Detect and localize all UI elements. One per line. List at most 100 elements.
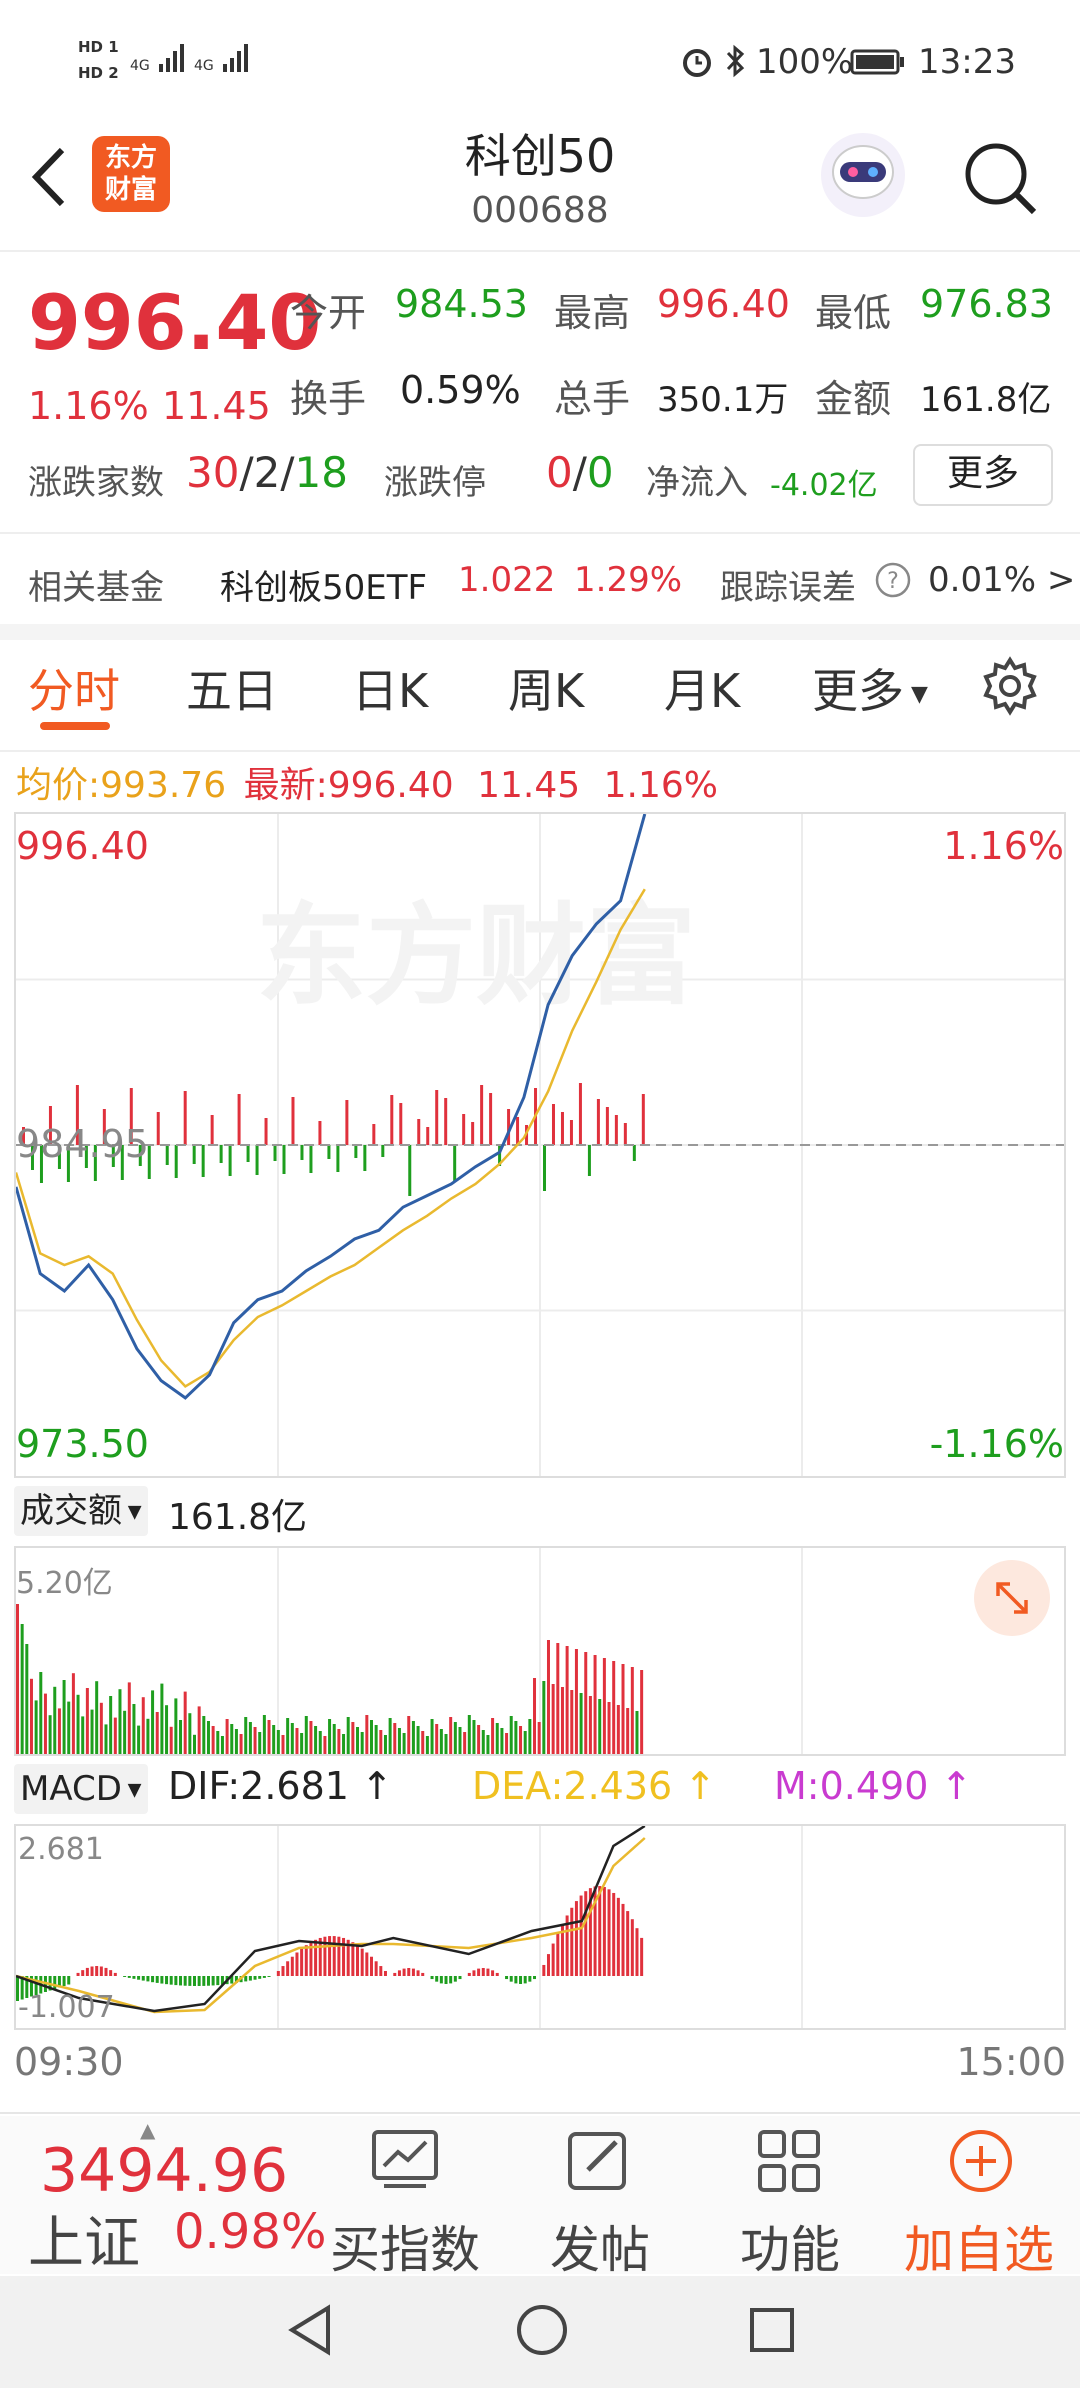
header: 东方 财富 科创50 000688 [0,120,1080,252]
settings-gear-icon[interactable] [978,654,1042,722]
tab-more[interactable]: 更多 ▼ [812,655,928,721]
volume-bar [20,1624,24,1754]
macd-indicator-selector[interactable]: MACD ▼ [14,1764,148,1814]
volume-bar [34,1700,38,1754]
open-value: 984.53 [395,282,528,326]
watermark: 东方财富 [256,892,696,1020]
sh-index-pct: 0.98% [174,2204,327,2260]
macd-min-label: -1.007 [18,1990,115,2025]
macd-bar [546,1954,550,1976]
macd-bar [369,1956,373,1976]
signal-icon: 4G 4G [130,40,253,74]
post-button[interactable]: 发帖 [520,2210,680,2282]
volume-bar [551,1684,555,1754]
battery-percent: 100% [756,42,854,82]
flow-tick [165,1145,169,1165]
stock-code: 000688 [471,190,609,231]
volume-bar [342,1734,346,1754]
intraday-chart[interactable]: 东方财富 996.40 1.16% 984.95 973.50 -1.16% [14,812,1066,1478]
flow-tick [291,1097,295,1145]
volume-bar [169,1726,173,1754]
volume-bar [407,1716,411,1754]
flow-tick [309,1145,313,1173]
flow-tick [605,1107,609,1145]
amount-label: 金额 [815,377,892,421]
grid-functions-icon[interactable] [756,2128,822,2198]
macd-bar [584,1891,588,1976]
macd-bar [458,1976,462,1980]
tab-weekly-k[interactable]: 周K [508,655,584,721]
volume-bar [509,1716,513,1754]
help-icon[interactable]: ? [874,561,912,603]
volume-bar [267,1720,271,1754]
macd-bar [155,1976,159,1983]
more-button[interactable]: 更多 [913,444,1053,506]
volume-bar [519,1726,523,1754]
volume-bar [281,1735,285,1754]
search-icon[interactable] [960,138,1040,222]
macd-bar [393,1972,397,1976]
macd-bar [123,1976,127,1977]
nav-back-icon[interactable] [282,2300,342,2364]
flow-tick [399,1103,403,1145]
macd-max-label: 2.681 [18,1832,104,1867]
volume-bar [416,1726,420,1754]
macd-bar [574,1901,578,1976]
volume-bar [621,1664,625,1754]
volume-bar [206,1721,210,1754]
flow-tick [632,1145,636,1161]
macd-chart[interactable]: 2.681 -1.007 [14,1824,1066,2030]
macd-bar [621,1903,625,1976]
volume-bar [430,1719,434,1754]
functions-button[interactable]: 功能 [710,2210,870,2282]
nav-home-icon[interactable] [512,2300,572,2364]
breadth-values: 30/2/18 [186,448,348,497]
tracking-value[interactable]: 0.01% > [928,560,1075,600]
macd-bar [216,1976,220,1986]
sh-index-value[interactable]: 3494.96 [40,2136,288,2206]
edit-post-icon[interactable] [564,2128,634,2196]
volume-bar [472,1720,476,1754]
volume-bar [53,1686,57,1754]
tab-five-day[interactable]: 五日 [186,655,278,721]
tab-daily-k[interactable]: 日K [352,655,428,721]
expand-icon[interactable] [974,1560,1050,1636]
macd-bar [481,1968,485,1976]
volume-bar [43,1693,47,1754]
robot-assistant-icon[interactable] [818,130,908,224]
add-watchlist-button[interactable]: 加自选 [884,2210,1074,2282]
nav-recents-icon[interactable] [742,2300,802,2364]
macd-bar [295,1952,299,1976]
macd-bar [486,1968,490,1976]
sh-index-name[interactable]: 上证 [28,2198,140,2279]
volume-bar [113,1717,117,1754]
volume-bar [514,1721,518,1754]
volume-bar [104,1724,108,1754]
volume-bar [286,1718,290,1754]
volume-bar [67,1701,71,1754]
chart-trend-icon[interactable] [370,2128,440,2196]
limit-values: 0/0 [546,448,614,497]
volume-bar [546,1640,550,1754]
macd-bar [169,1976,173,1985]
buy-index-button[interactable]: 买指数 [310,2210,500,2282]
macd-bar [206,1976,210,1986]
turnover-label: 换手 [290,377,367,421]
macd-bar [146,1976,150,1982]
tab-intraday[interactable]: 分时 [28,655,120,721]
macd-bar [551,1943,555,1976]
macd-bar [435,1976,439,1982]
fund-price: 1.022 [458,560,556,600]
y-min-label: 973.50 [16,1422,149,1466]
add-circle-icon[interactable] [948,2128,1014,2198]
tab-monthly-k[interactable]: 月K [664,655,740,721]
volume-bar [374,1725,378,1754]
volume-bar [57,1708,61,1754]
volume-chart[interactable]: 5.20亿 [14,1546,1066,1756]
volume-indicator-selector[interactable]: 成交额 ▼ [14,1486,148,1536]
flow-tick [560,1112,564,1145]
volume-bar [397,1728,401,1754]
volume-bar [570,1690,574,1754]
volume-bar [491,1718,495,1754]
fund-name[interactable]: 科创板50ETF [220,560,427,609]
